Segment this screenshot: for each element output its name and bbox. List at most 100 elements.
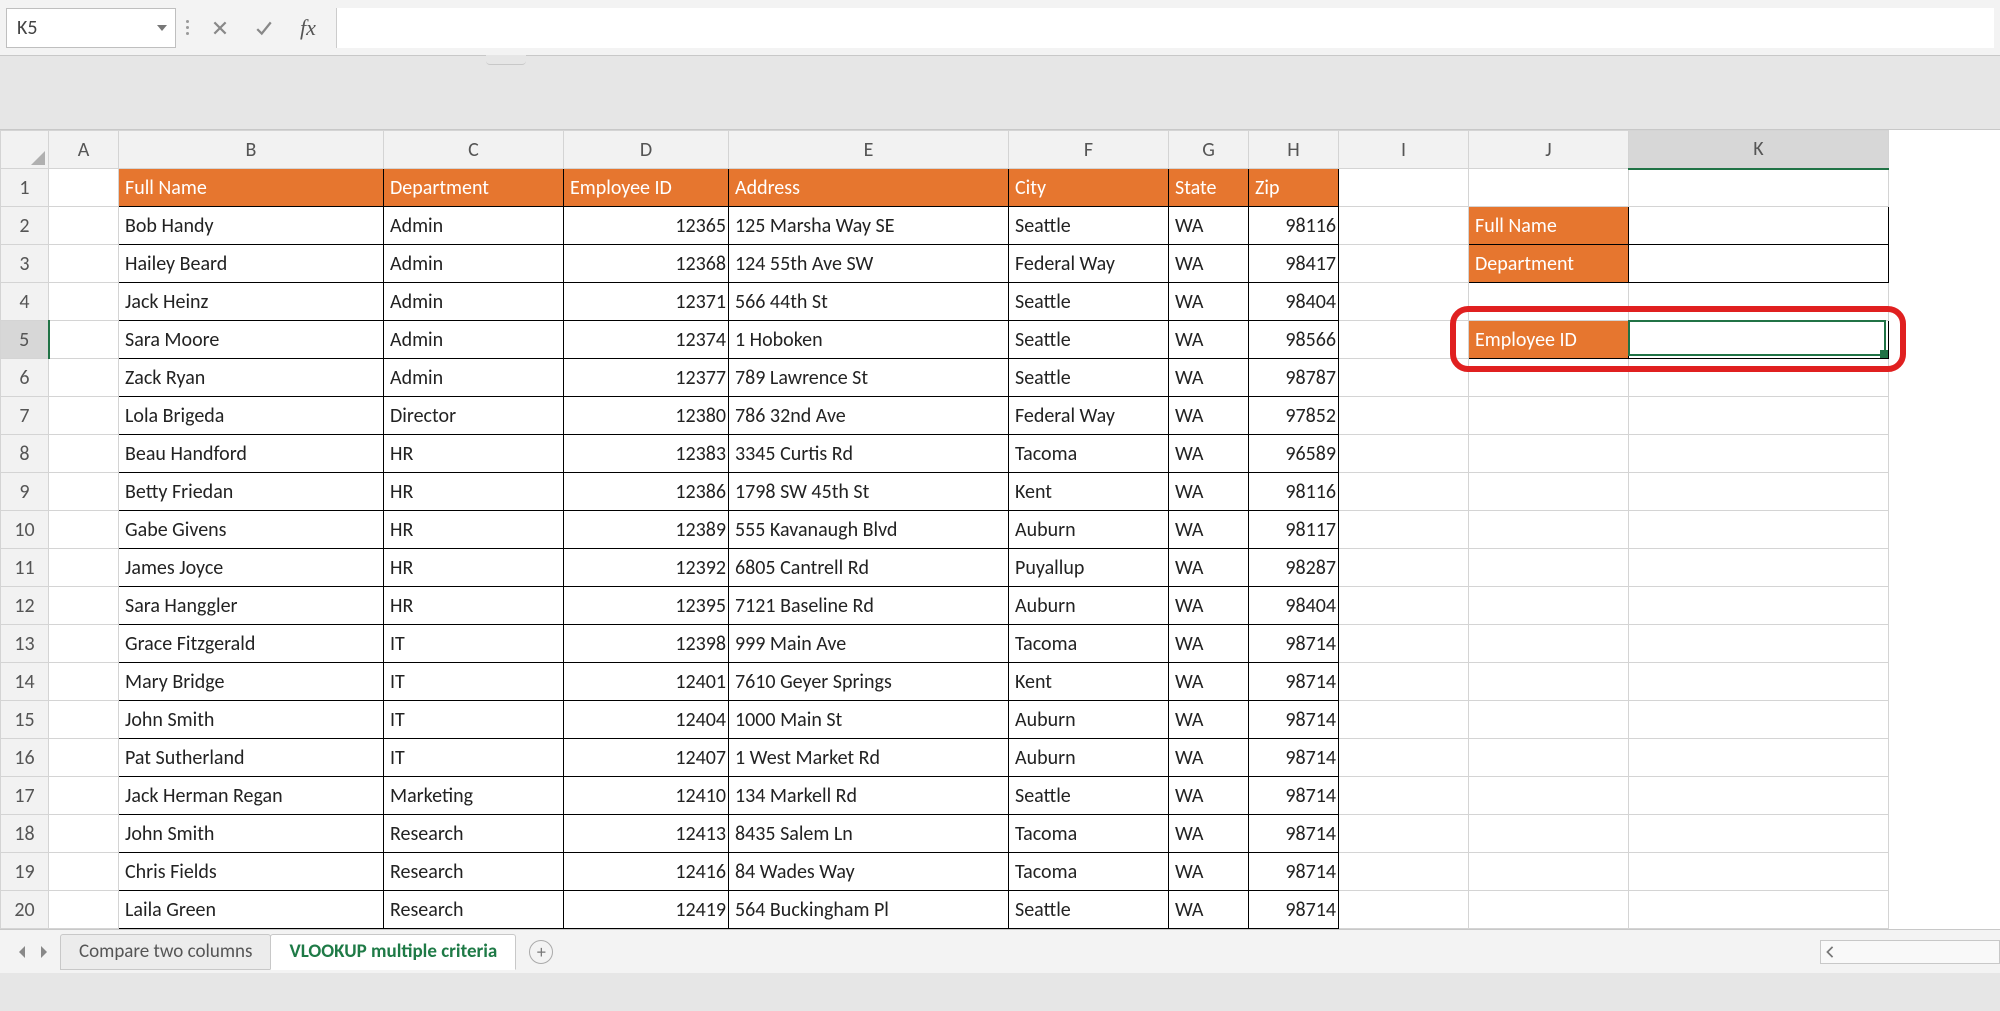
row-header-17[interactable]: 17 [1, 777, 49, 815]
cell-I2[interactable] [1339, 207, 1469, 245]
cell-J4[interactable] [1469, 283, 1629, 321]
cell-A12[interactable] [49, 587, 119, 625]
cancel-edit-button[interactable] [198, 8, 242, 48]
cell-F15[interactable]: Auburn [1009, 701, 1169, 739]
cell-B3[interactable]: Hailey Beard [119, 245, 384, 283]
cell-E13[interactable]: 999 Main Ave [729, 625, 1009, 663]
cell-D13[interactable]: 12398 [564, 625, 729, 663]
cell-I8[interactable] [1339, 435, 1469, 473]
cell-C7[interactable]: Director [384, 397, 564, 435]
cell-A9[interactable] [49, 473, 119, 511]
cell-B16[interactable]: Pat Sutherland [119, 739, 384, 777]
cell-B5[interactable]: Sara Moore [119, 321, 384, 359]
cell-B1[interactable]: Full Name [119, 169, 384, 207]
cell-C1[interactable]: Department [384, 169, 564, 207]
formula-bar-handle-icon[interactable] [176, 20, 198, 35]
cell-F16[interactable]: Auburn [1009, 739, 1169, 777]
cell-I11[interactable] [1339, 549, 1469, 587]
column-header-K[interactable]: K [1629, 131, 1889, 169]
cell-A5[interactable] [49, 321, 119, 359]
cell-F4[interactable]: Seattle [1009, 283, 1169, 321]
cell-C15[interactable]: IT [384, 701, 564, 739]
cell-G10[interactable]: WA [1169, 511, 1249, 549]
cell-H17[interactable]: 98714 [1249, 777, 1339, 815]
cell-I1[interactable] [1339, 169, 1469, 207]
cell-C11[interactable]: HR [384, 549, 564, 587]
cell-B14[interactable]: Mary Bridge [119, 663, 384, 701]
cell-J6[interactable] [1469, 359, 1629, 397]
name-box[interactable]: K5 [6, 8, 176, 48]
cell-H12[interactable]: 98404 [1249, 587, 1339, 625]
cell-D2[interactable]: 12365 [564, 207, 729, 245]
cell-K12[interactable] [1629, 587, 1889, 625]
cell-D15[interactable]: 12404 [564, 701, 729, 739]
cell-I20[interactable] [1339, 891, 1469, 929]
cell-B9[interactable]: Betty Friedan [119, 473, 384, 511]
cell-E11[interactable]: 6805 Cantrell Rd [729, 549, 1009, 587]
cell-A18[interactable] [49, 815, 119, 853]
cell-I4[interactable] [1339, 283, 1469, 321]
cell-I19[interactable] [1339, 853, 1469, 891]
cell-G18[interactable]: WA [1169, 815, 1249, 853]
cell-F17[interactable]: Seattle [1009, 777, 1169, 815]
cell-G5[interactable]: WA [1169, 321, 1249, 359]
cell-E4[interactable]: 566 44th St [729, 283, 1009, 321]
cell-F3[interactable]: Federal Way [1009, 245, 1169, 283]
cell-C17[interactable]: Marketing [384, 777, 564, 815]
cell-I9[interactable] [1339, 473, 1469, 511]
cell-H2[interactable]: 98116 [1249, 207, 1339, 245]
column-header-F[interactable]: F [1009, 131, 1169, 169]
cell-J19[interactable] [1469, 853, 1629, 891]
row-header-12[interactable]: 12 [1, 587, 49, 625]
cell-A3[interactable] [49, 245, 119, 283]
cell-A8[interactable] [49, 435, 119, 473]
column-header-G[interactable]: G [1169, 131, 1249, 169]
cell-E9[interactable]: 1798 SW 45th St [729, 473, 1009, 511]
cell-J20[interactable] [1469, 891, 1629, 929]
lookup-value-department[interactable] [1629, 245, 1889, 283]
column-header-C[interactable]: C [384, 131, 564, 169]
cell-B20[interactable]: Laila Green [119, 891, 384, 929]
row-header-2[interactable]: 2 [1, 207, 49, 245]
cell-F20[interactable]: Seattle [1009, 891, 1169, 929]
cell-J13[interactable] [1469, 625, 1629, 663]
cell-G7[interactable]: WA [1169, 397, 1249, 435]
cell-E5[interactable]: 1 Hoboken [729, 321, 1009, 359]
row-header-18[interactable]: 18 [1, 815, 49, 853]
cell-D19[interactable]: 12416 [564, 853, 729, 891]
cell-G9[interactable]: WA [1169, 473, 1249, 511]
cell-J1[interactable] [1469, 169, 1629, 207]
row-header-19[interactable]: 19 [1, 853, 49, 891]
cell-D11[interactable]: 12392 [564, 549, 729, 587]
cell-G12[interactable]: WA [1169, 587, 1249, 625]
column-header-I[interactable]: I [1339, 131, 1469, 169]
cell-H9[interactable]: 98116 [1249, 473, 1339, 511]
row-header-13[interactable]: 13 [1, 625, 49, 663]
cell-K11[interactable] [1629, 549, 1889, 587]
insert-function-button[interactable]: fx [286, 8, 330, 48]
cell-B11[interactable]: James Joyce [119, 549, 384, 587]
cell-J14[interactable] [1469, 663, 1629, 701]
cell-K6[interactable] [1629, 359, 1889, 397]
cell-E7[interactable]: 786 32nd Ave [729, 397, 1009, 435]
cell-J8[interactable] [1469, 435, 1629, 473]
cell-C19[interactable]: Research [384, 853, 564, 891]
cell-H19[interactable]: 98714 [1249, 853, 1339, 891]
cell-C2[interactable]: Admin [384, 207, 564, 245]
cell-K17[interactable] [1629, 777, 1889, 815]
cell-F8[interactable]: Tacoma [1009, 435, 1169, 473]
new-sheet-button[interactable]: + [529, 940, 553, 964]
cell-J16[interactable] [1469, 739, 1629, 777]
cell-B10[interactable]: Gabe Givens [119, 511, 384, 549]
cell-D20[interactable]: 12419 [564, 891, 729, 929]
cell-J9[interactable] [1469, 473, 1629, 511]
column-header-H[interactable]: H [1249, 131, 1339, 169]
cell-E2[interactable]: 125 Marsha Way SE [729, 207, 1009, 245]
cell-C18[interactable]: Research [384, 815, 564, 853]
cell-A2[interactable] [49, 207, 119, 245]
cell-E12[interactable]: 7121 Baseline Rd [729, 587, 1009, 625]
cell-I16[interactable] [1339, 739, 1469, 777]
cell-A4[interactable] [49, 283, 119, 321]
cell-D3[interactable]: 12368 [564, 245, 729, 283]
cell-C13[interactable]: IT [384, 625, 564, 663]
